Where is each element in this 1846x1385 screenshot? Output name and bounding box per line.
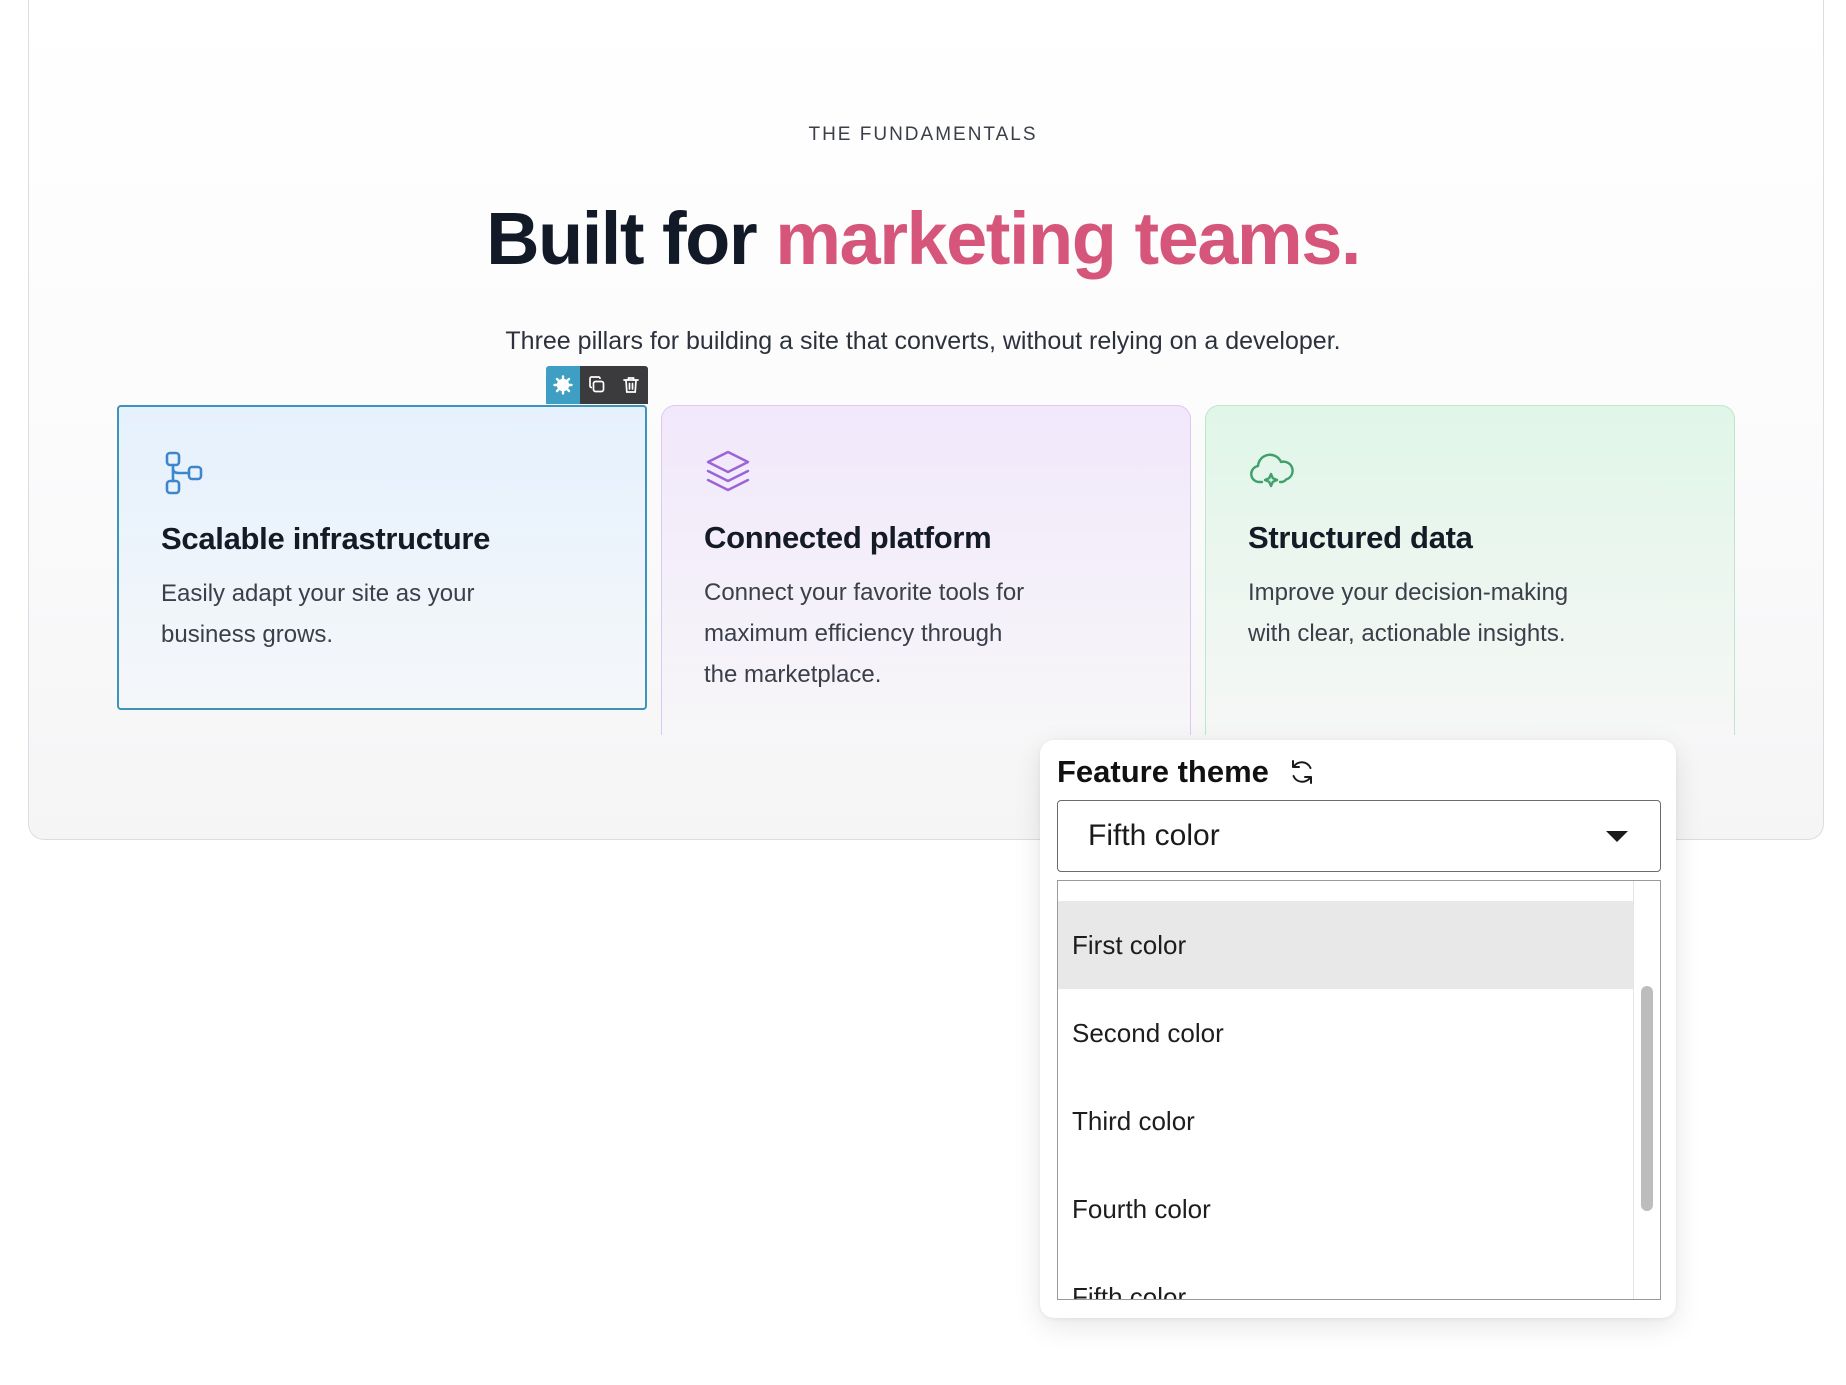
section-subhead: Three pillars for building a site that c…: [505, 327, 1341, 355]
feature-theme-panel: Feature theme Fifth color First color Se…: [1040, 740, 1676, 1318]
section-headline: Built for marketing teams.: [0, 196, 1846, 281]
branch-network-icon: [165, 451, 203, 495]
card-title: Connected platform: [704, 520, 992, 555]
option-first-color[interactable]: First color: [1058, 901, 1633, 989]
section-eyebrow: THE FUNDAMENTALS: [808, 124, 1038, 145]
option-fourth-color[interactable]: Fourth color: [1058, 1165, 1633, 1253]
cloud-sparkle-icon: [1250, 453, 1294, 488]
settings-gear-icon: [553, 375, 573, 395]
option-second-color[interactable]: Second color: [1058, 989, 1633, 1077]
headline-accent: marketing teams.: [775, 197, 1361, 280]
element-duplicate-button[interactable]: [580, 366, 614, 404]
feature-theme-label-row: Feature theme: [1057, 754, 1317, 790]
element-settings-button[interactable]: [546, 366, 580, 404]
feature-theme-select[interactable]: Fifth color: [1057, 800, 1661, 872]
options-scrollbar-thumb[interactable]: [1641, 986, 1653, 1211]
card-description: Connect your favorite tools for maximum …: [704, 579, 1025, 688]
trash-icon: [623, 377, 639, 393]
stacked-layers-icon: [706, 450, 750, 492]
duplicate-icon: [589, 376, 605, 393]
option-third-color[interactable]: Third color: [1058, 1077, 1633, 1165]
caret-down-icon: [1606, 831, 1628, 842]
card-title: Scalable infrastructure: [161, 521, 491, 556]
feature-card-structured-data[interactable]: Structured data Improve your decision-ma…: [1205, 405, 1735, 735]
options-container: First color Second color Third color Fou…: [1058, 901, 1633, 1300]
feature-card-connected-platform[interactable]: Connected platform Connect your favorite…: [661, 405, 1191, 735]
feature-theme-selected-value: Fifth color: [1088, 819, 1220, 852]
card-description: Easily adapt your site as your business …: [161, 580, 475, 648]
element-toolbar: [546, 366, 648, 404]
feature-theme-label: Feature theme: [1057, 754, 1269, 789]
element-delete-button[interactable]: [614, 366, 648, 404]
feature-theme-options-list[interactable]: First color Second color Third color Fou…: [1057, 880, 1661, 1300]
options-scrollbar[interactable]: [1633, 881, 1660, 1299]
headline-main: Built for: [486, 197, 776, 280]
feature-card-scalable-infrastructure[interactable]: Scalable infrastructure Easily adapt you…: [117, 405, 647, 710]
option-fifth-color[interactable]: Fifth color: [1058, 1253, 1633, 1300]
reset-refresh-icon[interactable]: [1287, 757, 1317, 787]
card-title: Structured data: [1248, 520, 1473, 555]
card-description: Improve your decision-making with clear,…: [1248, 579, 1569, 647]
